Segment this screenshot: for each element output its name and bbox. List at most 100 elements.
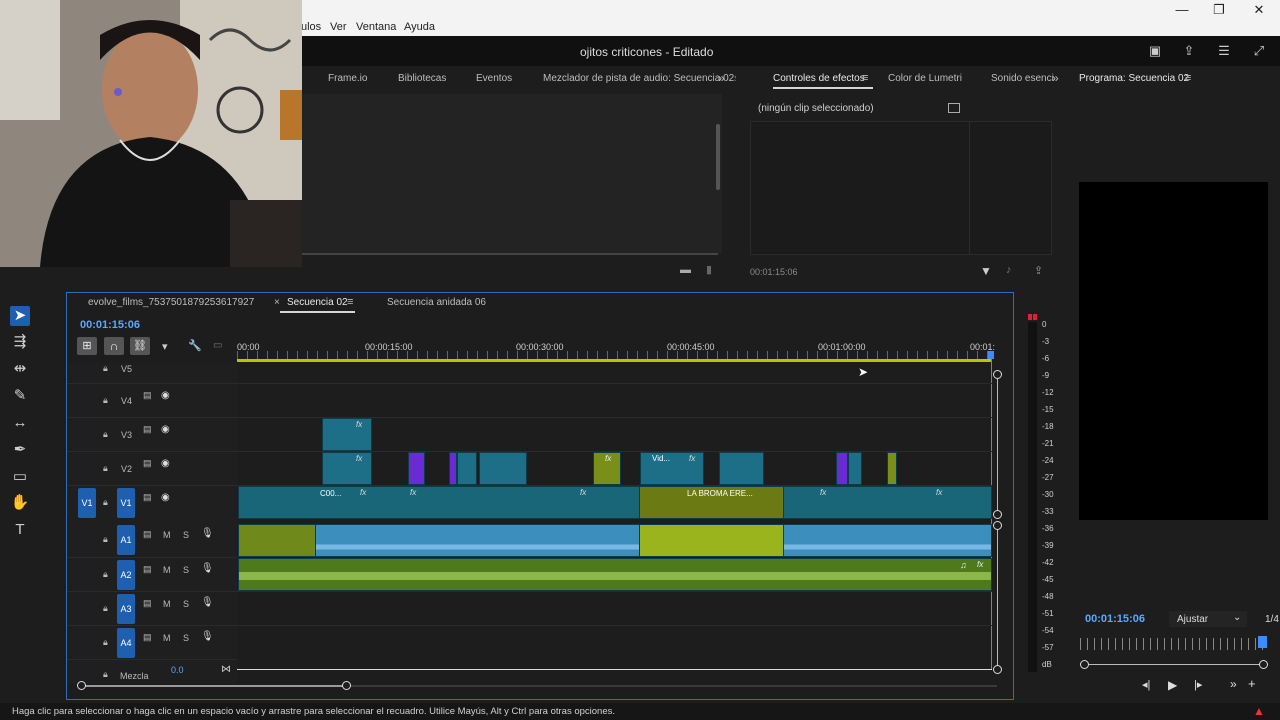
menu-item-ver[interactable]: Ver <box>330 21 347 33</box>
panel-toggle-icon[interactable] <box>948 103 960 113</box>
sync-lock-icon[interactable]: ▤ <box>143 632 152 643</box>
audio-clip[interactable]: ♫ fx <box>238 558 992 591</box>
rectangle-tool-icon[interactable]: ▭ <box>10 467 30 487</box>
slip-tool-icon[interactable]: ↔ <box>10 413 30 433</box>
insert-nest-icon[interactable]: ⊞ <box>77 337 97 355</box>
tab-audio-mixer[interactable]: Mezclador de pista de audio: Secuencia 0… <box>543 73 734 84</box>
captions-icon[interactable]: ▭ <box>213 340 222 351</box>
eye-icon[interactable]: ◉ <box>161 492 170 503</box>
track-target-v1[interactable]: V1 <box>117 488 135 518</box>
track-target-a1[interactable]: A1 <box>117 525 135 555</box>
sync-lock-icon[interactable]: ▤ <box>143 492 152 503</box>
ripple-edit-tool-icon[interactable]: ⇹ <box>10 359 30 379</box>
restore-icon[interactable]: ❐ <box>1212 3 1226 17</box>
video-clip[interactable] <box>479 452 527 485</box>
close-icon[interactable]: ✕ <box>1252 3 1266 17</box>
timeline-zoom-thumb[interactable] <box>81 685 347 687</box>
audio-scrollbar[interactable] <box>997 527 998 667</box>
eye-icon[interactable]: ◉ <box>161 390 170 401</box>
tab-bibliotecas[interactable]: Bibliotecas <box>398 73 446 84</box>
audio-scroll-handle-bottom[interactable] <box>993 665 1002 674</box>
menu-item-modulos[interactable]: ulos <box>301 21 321 33</box>
track-target-a4[interactable]: A4 <box>117 628 135 658</box>
zoom-scrollbar[interactable] <box>1084 664 1264 665</box>
tab-evolve-films[interactable]: evolve_films_7537501879253617927 <box>88 297 254 308</box>
lock-icon[interactable]: 🔒︎ <box>103 429 108 440</box>
program-ruler[interactable] <box>1080 638 1268 650</box>
tab-secuencia-anidada-06[interactable]: Secuencia anidada 06 <box>387 297 486 308</box>
quick-export-icon[interactable]: ▣ <box>1147 44 1163 58</box>
mix-toggle-icon[interactable]: ⋈ <box>221 664 231 675</box>
eye-icon[interactable]: ◉ <box>161 458 170 469</box>
mute-button[interactable]: M <box>163 565 171 575</box>
menu-item-ayuda[interactable]: Ayuda <box>404 21 435 33</box>
warning-icon[interactable]: ▲ <box>1253 704 1265 718</box>
linked-selection-icon[interactable]: ⛓ <box>130 337 150 355</box>
hand-tool-icon[interactable]: ✋ <box>10 493 30 513</box>
work-area-bar[interactable] <box>237 359 992 362</box>
zoom-handle-right[interactable] <box>1259 660 1268 669</box>
wrench-icon[interactable]: 🔧 <box>188 339 202 352</box>
add-button-icon[interactable]: + <box>1248 676 1256 691</box>
lock-icon[interactable]: 🔒︎ <box>103 363 108 374</box>
step-back-icon[interactable]: ◂| <box>1142 678 1150 691</box>
pen-tool-icon[interactable]: ✒ <box>10 440 30 460</box>
video-clip[interactable] <box>457 452 477 485</box>
razor-tool-icon[interactable]: ✎ <box>10 386 30 406</box>
lock-icon[interactable]: 🔒︎ <box>103 497 108 508</box>
trash-icon[interactable]: ▮ <box>706 263 712 276</box>
video-clip[interactable]: fx <box>322 452 372 485</box>
lock-icon[interactable]: 🔒︎ <box>103 637 108 648</box>
fit-dropdown[interactable]: Ajustar ⌄ <box>1169 611 1247 627</box>
playhead-marker[interactable] <box>988 351 994 359</box>
video-clip[interactable]: fx <box>322 418 372 451</box>
export-icon[interactable]: ⇪ <box>1034 264 1043 277</box>
video-scroll-handle-top[interactable] <box>993 370 1002 379</box>
lock-icon[interactable]: 🔒︎ <box>103 534 108 545</box>
sync-lock-icon[interactable]: ▤ <box>143 458 152 469</box>
tab-close-icon[interactable]: × <box>274 297 280 308</box>
folder-icon[interactable]: ▬ <box>680 264 691 276</box>
solo-button[interactable]: S <box>183 530 189 540</box>
lock-icon[interactable]: 🔒︎ <box>103 395 108 406</box>
audio-clip[interactable] <box>639 524 784 557</box>
mix-value[interactable]: 0.0 <box>171 665 184 675</box>
video-clip[interactable] <box>408 452 425 485</box>
lock-icon[interactable]: 🔒︎ <box>103 463 108 474</box>
filter-icon[interactable]: ▼ <box>980 264 992 278</box>
video-clip[interactable] <box>449 452 457 485</box>
video-clip[interactable] <box>887 452 897 485</box>
tab-eventos[interactable]: Eventos <box>476 73 512 84</box>
video-clip[interactable]: Vid... fx <box>640 452 704 485</box>
track-target-a3[interactable]: A3 <box>117 594 135 624</box>
zoom-handle-left[interactable] <box>1080 660 1089 669</box>
share-icon[interactable]: ⇪ <box>1181 44 1197 58</box>
menu-item-ventana[interactable]: Ventana <box>356 21 396 33</box>
video-clip[interactable]: C00... fx fx fx fx fx <box>238 486 992 519</box>
program-title[interactable]: Programa: Secuencia 02 <box>1079 73 1189 84</box>
audio-only-icon[interactable]: ♪ <box>1006 264 1012 276</box>
horizontal-scrollbar[interactable] <box>302 253 718 255</box>
sync-lock-icon[interactable]: ▤ <box>143 529 152 540</box>
vertical-scrollbar[interactable] <box>716 124 720 190</box>
solo-button[interactable]: S <box>183 633 189 643</box>
lock-icon[interactable]: 🔒︎ <box>103 669 108 680</box>
microphone-icon[interactable]: 🎙︎ <box>201 563 214 574</box>
timeline-timecode[interactable]: 00:01:15:06 <box>80 319 140 331</box>
program-menu-icon[interactable]: ≡ <box>1185 72 1191 84</box>
track-target-a2[interactable]: A2 <box>117 560 135 590</box>
effect-controls-menu-icon[interactable]: ≡ <box>862 72 868 84</box>
tab-essential-sound[interactable]: Sonido esenci <box>991 73 1054 84</box>
sequence-menu-icon[interactable]: ≡ <box>347 296 353 308</box>
tab-effect-controls[interactable]: Controles de efectos <box>773 73 865 84</box>
tab-lumetri-color[interactable]: Color de Lumetri <box>888 73 962 84</box>
source-patch-v1[interactable]: V1 <box>78 488 96 518</box>
minimize-icon[interactable]: — <box>1175 3 1189 17</box>
zoom-handle-right[interactable] <box>342 681 351 690</box>
type-tool-icon[interactable]: T <box>10 520 30 540</box>
sync-lock-icon[interactable]: ▤ <box>143 424 152 435</box>
lock-icon[interactable]: 🔒︎ <box>103 603 108 614</box>
mute-button[interactable]: M <box>163 599 171 609</box>
audio-clip[interactable] <box>238 524 992 557</box>
lock-icon[interactable]: 🔒︎ <box>103 569 108 580</box>
